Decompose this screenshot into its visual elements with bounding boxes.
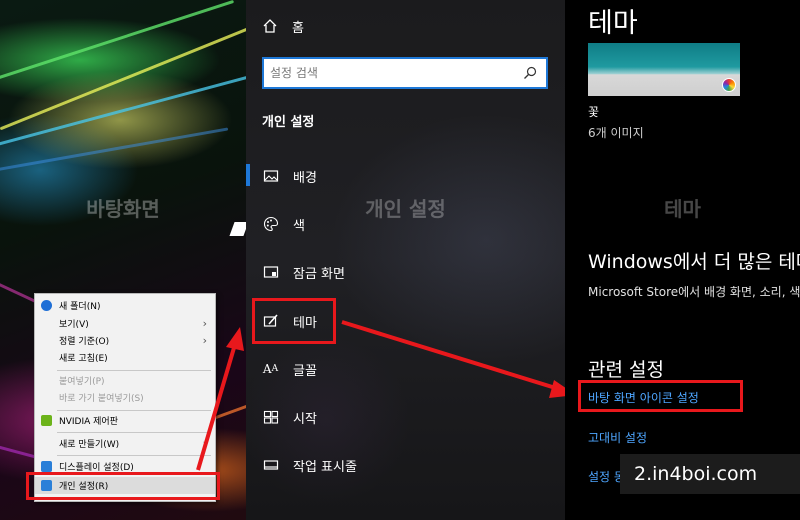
ctx-sort-by[interactable]: 정렬 기준(O) › — [35, 332, 215, 349]
theme-thumbnail[interactable] — [588, 43, 740, 96]
desktop-caption: 바탕화면 — [86, 197, 160, 221]
ctx-label: 새 폴더(N) — [59, 302, 101, 312]
settings-nav-panel: 홈 개인 설정 개인 설정 배경 색 잠금 화면 테마 AA 글 — [246, 0, 565, 520]
desktop-context-menu: 새 폴더(N) 보기(V) › 정렬 기준(O) › 새로 고침(E) 붙여넣기… — [34, 293, 216, 502]
ctx-label: 보기(V) — [59, 320, 89, 330]
search-input[interactable] — [270, 64, 510, 82]
taskbar-icon — [262, 457, 279, 474]
ctx-label: 새로 만들기(W) — [59, 440, 120, 450]
nav-item-label: 작업 표시줄 — [293, 459, 357, 475]
nav-item-label: 글꼴 — [293, 363, 317, 379]
ctx-view[interactable]: 보기(V) › — [35, 315, 215, 332]
ctx-new-folder[interactable]: 새 폴더(N) — [35, 297, 215, 314]
ctx-separator — [57, 410, 211, 411]
watermark: 2.in4boi.com — [620, 454, 800, 494]
font-icon: AA — [262, 362, 279, 376]
nav-item-lock-screen[interactable]: 잠금 화면 — [246, 252, 565, 292]
new-folder-icon — [41, 300, 52, 311]
ctx-nvidia-control-panel[interactable]: NVIDIA 제어판 — [35, 412, 215, 429]
ctx-new[interactable]: 새로 만들기(W) › — [35, 435, 215, 452]
nav-item-background[interactable]: 배경 — [246, 156, 565, 196]
display-icon — [41, 461, 52, 472]
search-box — [262, 57, 548, 89]
ctx-paste: 붙여넣기(P) — [35, 372, 215, 389]
nav-item-colors[interactable]: 색 — [246, 204, 565, 244]
nav-home[interactable]: 홈 — [262, 14, 304, 38]
nav-item-label: 시작 — [293, 411, 317, 427]
more-themes-heading: Windows에서 더 많은 테마 보기 — [588, 251, 800, 273]
ctx-separator — [57, 432, 211, 433]
ctx-label: 정렬 기준(O) — [59, 337, 110, 347]
palette-icon — [262, 216, 279, 233]
picture-icon — [262, 168, 279, 185]
nav-section-title: 개인 설정 — [262, 115, 315, 130]
nav-item-label: 잠금 화면 — [293, 266, 345, 282]
nav-item-label: 색 — [293, 218, 305, 234]
search-icon[interactable] — [523, 66, 537, 80]
nav-item-label: 배경 — [293, 170, 317, 186]
ctx-refresh[interactable]: 새로 고침(E) — [35, 349, 215, 366]
red-arrow-up — [196, 327, 244, 471]
red-arrow-right — [341, 320, 576, 398]
ctx-paste-shortcut: 바로 가기 붙여넣기(S) — [35, 389, 215, 406]
theme-name: 꽃 — [588, 105, 600, 119]
themes-caption: 테마 — [664, 197, 701, 221]
start-grid-icon — [262, 409, 279, 426]
theme-image-count: 6개 이미지 — [588, 126, 644, 140]
nav-home-label: 홈 — [292, 20, 304, 36]
color-wheel-icon — [722, 78, 736, 92]
desktop-panel: 바탕화면 새 폴더(N) 보기(V) › 정렬 기준(O) › 새로 고침(E)… — [0, 0, 246, 520]
ctx-separator — [57, 455, 211, 456]
related-settings-heading: 관련 설정 — [588, 359, 664, 381]
highlight-themes-box — [252, 298, 336, 344]
home-icon — [263, 19, 277, 33]
ctx-label: NVIDIA 제어판 — [59, 417, 118, 427]
highlight-personalize-box — [26, 472, 220, 500]
ctx-separator — [57, 370, 211, 371]
nav-item-taskbar[interactable]: 작업 표시줄 — [246, 445, 565, 485]
high-contrast-settings-link[interactable]: 고대비 설정 — [588, 429, 647, 446]
ctx-label: 붙여넣기(P) — [59, 377, 105, 387]
wallpaper-streak — [0, 0, 235, 84]
ctx-label: 새로 고침(E) — [59, 354, 108, 364]
themes-page-panel: 테마 꽃 6개 이미지 테마 Windows에서 더 많은 테마 보기 Micr… — [565, 0, 800, 520]
ctx-label: 바로 가기 붙여넣기(S) — [59, 394, 144, 404]
lock-screen-icon — [262, 264, 279, 281]
nvidia-icon — [41, 415, 52, 426]
more-themes-description: Microsoft Store에서 배경 화면, 소리, 색을 결합한 무료 테… — [588, 285, 800, 299]
highlight-desktop-icon-settings-box — [578, 380, 743, 412]
wallpaper-mark — [229, 222, 246, 236]
page-title: 테마 — [588, 8, 638, 39]
nav-item-start[interactable]: 시작 — [246, 397, 565, 437]
